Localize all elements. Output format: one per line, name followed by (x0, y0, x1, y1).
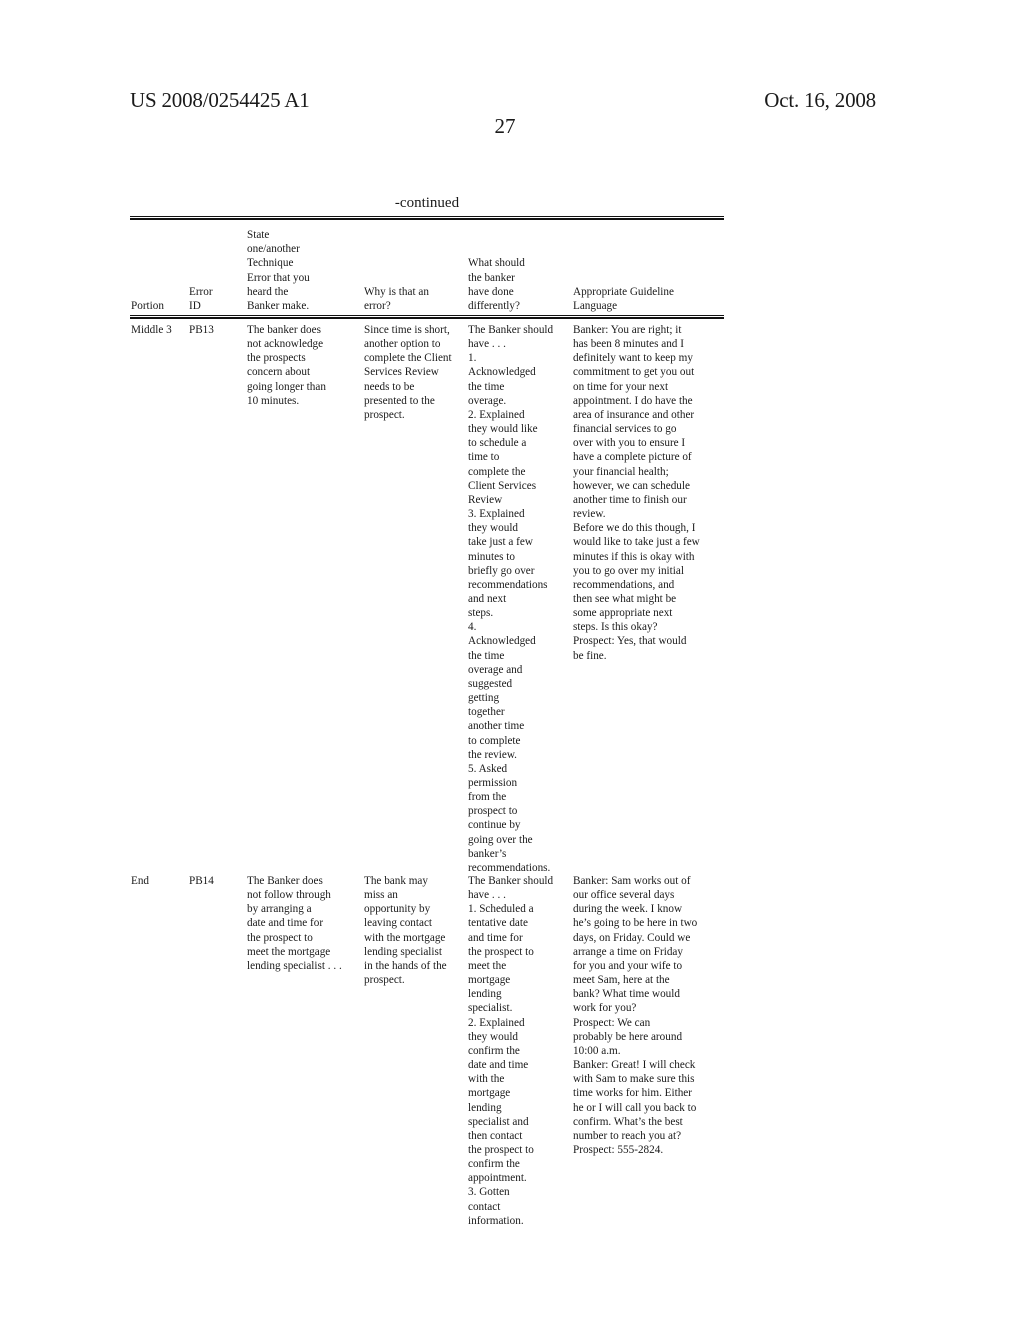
cell-error-description: The Banker does not follow through by ar… (247, 875, 342, 972)
cell-why-error: Since time is short, another option to c… (364, 324, 452, 421)
cell-should-have-done: The Banker should have . . . 1. Acknowle… (468, 324, 554, 874)
column-header-why-error: Why is that an error? (364, 285, 429, 312)
table-header-row: Portion Error ID State one/another Techn… (0, 226, 1024, 313)
column-header-error-description: State one/another Technique Error that y… (247, 229, 310, 312)
column-header-guideline-language: Appropriate Guideline Language (573, 285, 674, 312)
cell-error-description: The banker does not acknowledge the pros… (247, 324, 326, 407)
table-caption: -continued (394, 195, 460, 211)
cell-portion: End (131, 875, 150, 887)
cell-error-id: PB14 (189, 875, 214, 887)
table-top-rule (130, 216, 724, 220)
cell-error-id: PB13 (189, 324, 214, 336)
column-header-portion: Portion (131, 299, 164, 312)
cell-guideline-language: Banker: You are right; it has been 8 min… (573, 324, 700, 662)
page-number: 27 (494, 114, 516, 138)
publication-date: Oct. 16, 2008 (764, 88, 876, 112)
cell-why-error: The bank may miss an opportunity by leav… (364, 875, 447, 987)
column-header-should-have-done: What should the banker have done differe… (468, 257, 525, 312)
cell-portion: Middle 3 (131, 324, 172, 336)
cell-guideline-language: Banker: Sam works out of our office seve… (573, 875, 698, 1156)
patent-number: US 2008/0254425 A1 (130, 88, 310, 112)
cell-should-have-done: The Banker should have . . . 1. Schedule… (468, 875, 554, 1227)
table-header-rule (130, 315, 724, 319)
column-header-error-id: Error ID (189, 285, 213, 312)
